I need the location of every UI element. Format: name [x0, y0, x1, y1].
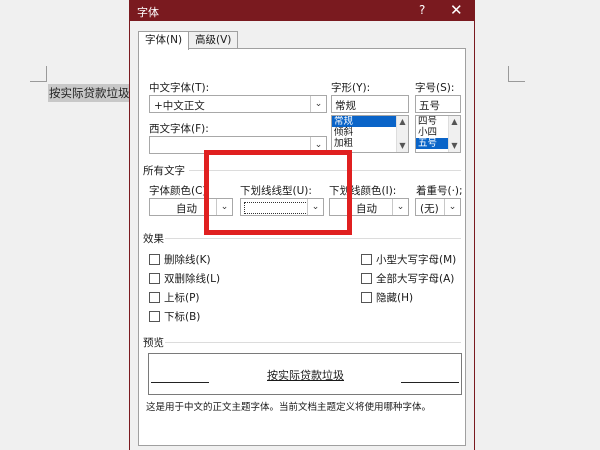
font-color-value: 自动 — [176, 203, 197, 215]
tab-font[interactable]: 字体(N) — [138, 31, 190, 50]
underline-style-value — [244, 202, 308, 214]
dialog-title: 字体 — [137, 6, 159, 19]
checkbox-box[interactable] — [149, 273, 160, 284]
emphasis-combo[interactable]: (无) ⌄ — [415, 198, 461, 216]
scrollbar[interactable]: ▲ ▼ — [448, 116, 460, 152]
checkbox-label: 全部大写字母(A) — [376, 273, 455, 285]
page-corner-right — [508, 66, 525, 82]
strikethrough-checkbox[interactable]: 删除线(K) — [149, 252, 211, 267]
checkbox-label: 隐藏(H) — [376, 292, 414, 304]
preview-box: 按实际贷款垃圾 — [148, 353, 462, 395]
scroll-up-icon[interactable]: ▲ — [397, 117, 408, 127]
checkbox-label: 上标(P) — [164, 292, 200, 304]
double-strikethrough-checkbox[interactable]: 双删除线(L) — [149, 271, 220, 286]
western-font-label: 西文字体(F): — [149, 123, 209, 135]
chevron-down-icon[interactable]: ⌄ — [444, 199, 460, 215]
style-label: 字形(Y): — [331, 82, 371, 94]
size-input[interactable]: 五号 — [415, 95, 461, 113]
font-description: 这是用于中文的正文主题字体。当前文档主题定义将使用哪种字体。 — [146, 402, 432, 413]
tab-advanced[interactable]: 高级(V) — [188, 31, 239, 49]
help-icon[interactable]: ? — [419, 3, 425, 17]
superscript-checkbox[interactable]: 上标(P) — [149, 290, 200, 305]
font-dialog: 字体 ? ✕ 字体(N) 高级(V) 中文字体(T): +中文正文 ⌄ 西文字体… — [130, 0, 474, 450]
checkbox-label: 删除线(K) — [164, 254, 211, 266]
underline-style-label: 下划线线型(U): — [240, 185, 312, 197]
effects-heading: 效果 — [143, 233, 164, 245]
scroll-down-icon[interactable]: ▼ — [397, 141, 408, 151]
checkbox-box[interactable] — [149, 254, 160, 265]
preview-text: 按实际贷款垃圾 — [267, 369, 344, 382]
chinese-font-value: +中文正文 — [154, 100, 205, 112]
preview-baseline-right — [401, 382, 459, 383]
chevron-down-icon[interactable]: ⌄ — [392, 199, 408, 215]
scroll-down-icon[interactable]: ▼ — [449, 141, 460, 151]
chevron-down-icon[interactable]: ⌄ — [310, 137, 326, 153]
scrollbar[interactable]: ▲ ▼ — [396, 116, 408, 152]
emphasis-value: (无) — [420, 203, 439, 215]
checkbox-label: 双删除线(L) — [164, 273, 221, 285]
chevron-down-icon[interactable]: ⌄ — [310, 96, 326, 112]
subscript-checkbox[interactable]: 下标(B) — [149, 309, 200, 324]
underline-style-combo[interactable]: ⌄ — [240, 198, 324, 216]
font-color-combo[interactable]: 自动 ⌄ — [149, 198, 233, 216]
preview-heading: 预览 — [143, 337, 164, 349]
checkbox-box[interactable] — [149, 311, 160, 322]
style-input-value: 常规 — [335, 100, 356, 112]
checkbox-box[interactable] — [361, 273, 372, 284]
all-text-heading: 所有文字 — [143, 165, 185, 177]
preview-baseline-left — [151, 382, 209, 383]
all-caps-checkbox[interactable]: 全部大写字母(A) — [361, 271, 454, 286]
size-label: 字号(S): — [415, 82, 455, 94]
underline-color-label: 下划线颜色(I): — [329, 185, 397, 197]
style-listbox[interactable]: 常规 倾斜 加粗 ▲ ▼ — [331, 115, 409, 153]
checkbox-box[interactable] — [149, 292, 160, 303]
chevron-down-icon[interactable]: ⌄ — [307, 199, 323, 215]
chinese-font-label: 中文字体(T): — [149, 82, 210, 94]
close-icon[interactable]: ✕ — [450, 1, 463, 19]
size-input-value: 五号 — [419, 100, 440, 112]
underline-color-combo[interactable]: 自动 ⌄ — [329, 198, 409, 216]
style-input[interactable]: 常规 — [331, 95, 409, 113]
divider — [165, 238, 461, 239]
western-font-combo[interactable]: ⌄ — [149, 136, 327, 154]
chinese-font-combo[interactable]: +中文正文 ⌄ — [149, 95, 327, 113]
size-listbox[interactable]: 四号 小四 五号 ▲ ▼ — [415, 115, 461, 153]
checkbox-label: 小型大写字母(M) — [376, 254, 457, 266]
checkbox-box[interactable] — [361, 292, 372, 303]
checkbox-label: 下标(B) — [164, 311, 201, 323]
dialog-titlebar: 字体 ? ✕ — [130, 0, 474, 21]
font-color-label: 字体颜色(C): — [149, 185, 211, 197]
selected-document-text[interactable]: 按实际贷款垃圾 — [48, 84, 131, 102]
divider — [165, 342, 461, 343]
chevron-down-icon[interactable]: ⌄ — [216, 199, 232, 215]
hidden-checkbox[interactable]: 隐藏(H) — [361, 290, 413, 305]
page-corner-left — [30, 66, 47, 82]
scroll-up-icon[interactable]: ▲ — [449, 117, 460, 127]
checkbox-box[interactable] — [361, 254, 372, 265]
divider — [189, 170, 461, 171]
small-caps-checkbox[interactable]: 小型大写字母(M) — [361, 252, 456, 267]
underline-color-value: 自动 — [356, 203, 377, 215]
emphasis-label: 着重号(·); — [416, 185, 463, 197]
